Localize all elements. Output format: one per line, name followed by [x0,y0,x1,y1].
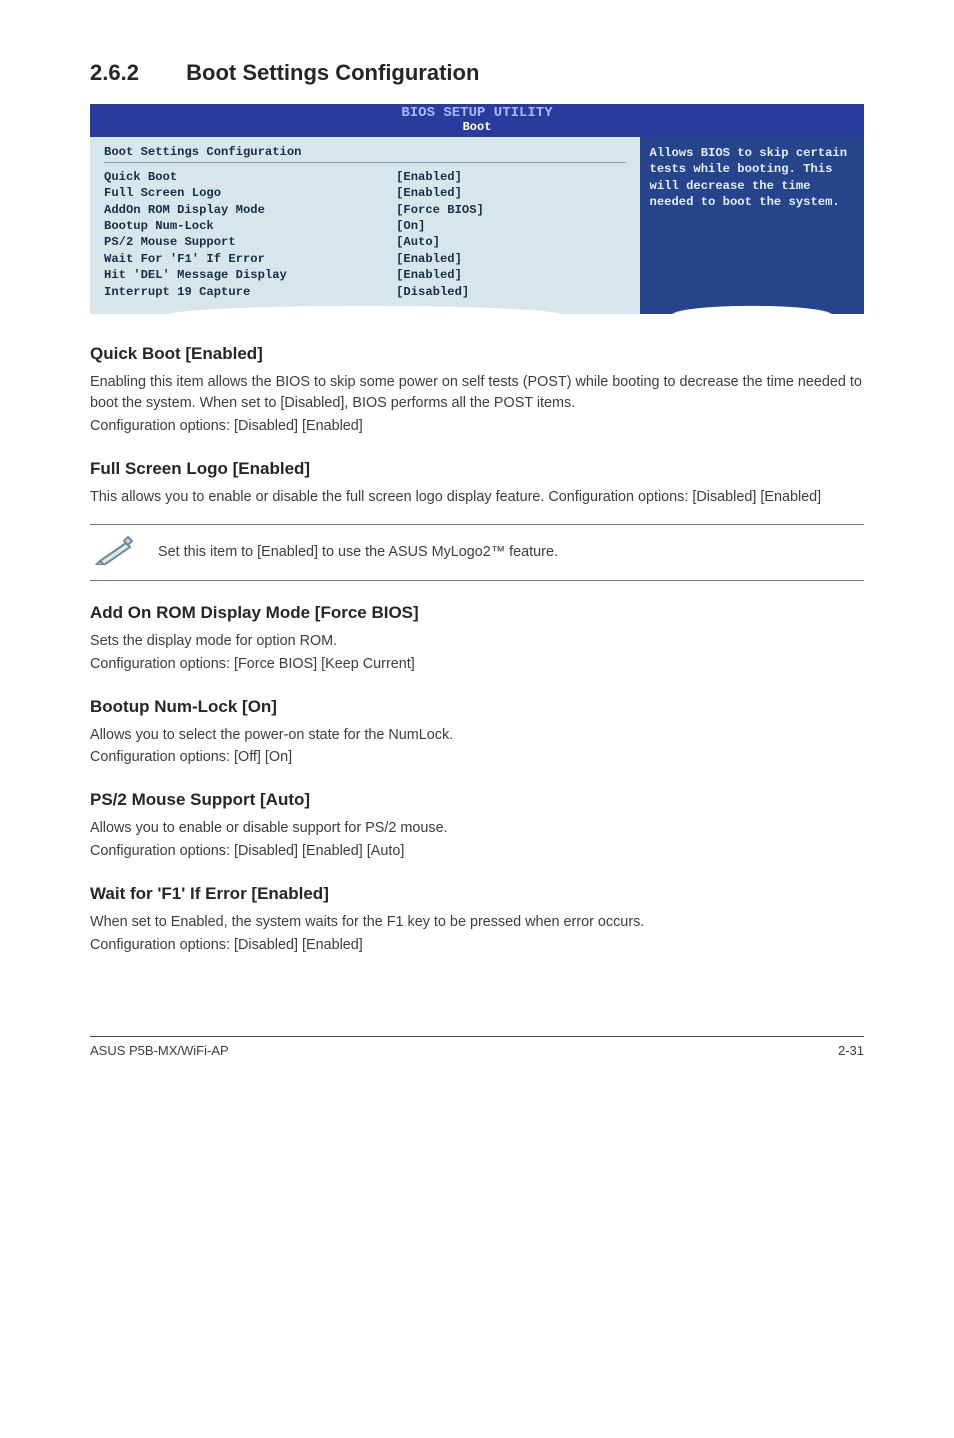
body-paragraph: Configuration options: [Disabled] [Enabl… [90,935,864,956]
bios-setting-label: Hit 'DEL' Message Display [104,267,396,283]
bios-divider [104,162,626,163]
bios-row: Quick Boot[Enabled] [104,169,626,185]
section-number: 2.6.2 [90,60,180,86]
page-footer: ASUS P5B-MX/WiFi-AP 2-31 [90,1036,864,1058]
bios-setting-value: [Disabled] [396,284,469,300]
bios-row: Hit 'DEL' Message Display[Enabled] [104,267,626,283]
bios-header-tab: Boot [90,121,864,134]
bios-row: AddOn ROM Display Mode[Force BIOS] [104,202,626,218]
bios-setting-value: [Enabled] [396,185,462,201]
body-paragraph: Configuration options: [Off] [On] [90,747,864,768]
body-paragraph: Configuration options: [Force BIOS] [Kee… [90,654,864,675]
body-paragraph: Allows you to enable or disable support … [90,818,864,839]
bios-panel-title: Boot Settings Configuration [104,145,626,159]
body-paragraph: Configuration options: [Disabled] [Enabl… [90,416,864,437]
bios-setting-value: [Enabled] [396,267,462,283]
bios-setting-label: Bootup Num-Lock [104,218,396,234]
bios-setting-value: [Enabled] [396,169,462,185]
subsection-heading: Wait for 'F1' If Error [Enabled] [90,884,864,904]
bios-screenshot: BIOS SETUP UTILITY Boot Boot Settings Co… [90,104,864,314]
body-paragraph: Enabling this item allows the BIOS to sk… [90,372,864,414]
footer-left: ASUS P5B-MX/WiFi-AP [90,1043,229,1058]
bios-setting-label: Interrupt 19 Capture [104,284,396,300]
pencil-icon [94,535,136,570]
body-paragraph: Allows you to select the power-on state … [90,725,864,746]
bios-setting-label: Full Screen Logo [104,185,396,201]
subsection-heading: Add On ROM Display Mode [Force BIOS] [90,603,864,623]
bios-row: Full Screen Logo[Enabled] [104,185,626,201]
note-rule-bottom [90,580,864,581]
bios-settings-panel: Boot Settings Configuration Quick Boot[E… [90,137,640,315]
note-text: Set this item to [Enabled] to use the AS… [158,544,558,560]
bios-setting-value: [On] [396,218,425,234]
bios-header: BIOS SETUP UTILITY Boot [90,104,864,136]
bios-row: PS/2 Mouse Support[Auto] [104,234,626,250]
bios-help-panel: Allows BIOS to skip certain tests while … [640,137,864,315]
note-block: Set this item to [Enabled] to use the AS… [90,524,864,581]
subsection-heading: Bootup Num-Lock [On] [90,697,864,717]
bios-header-title: BIOS SETUP UTILITY [401,105,552,121]
bios-setting-value: [Force BIOS] [396,202,484,218]
bios-help-text: Allows BIOS to skip certain tests while … [650,146,847,209]
section-title-text: Boot Settings Configuration [186,60,479,85]
bios-setting-label: AddOn ROM Display Mode [104,202,396,218]
bios-setting-label: Quick Boot [104,169,396,185]
subsection-heading: Full Screen Logo [Enabled] [90,459,864,479]
bios-row: Bootup Num-Lock[On] [104,218,626,234]
body-paragraph: Sets the display mode for option ROM. [90,631,864,652]
bios-setting-value: [Auto] [396,234,440,250]
body-paragraph: Configuration options: [Disabled] [Enabl… [90,841,864,862]
section-heading: 2.6.2 Boot Settings Configuration [90,60,864,86]
bios-setting-label: Wait For 'F1' If Error [104,251,396,267]
bios-body: Boot Settings Configuration Quick Boot[E… [90,136,864,315]
bios-row: Wait For 'F1' If Error[Enabled] [104,251,626,267]
subsection-heading: PS/2 Mouse Support [Auto] [90,790,864,810]
bios-setting-value: [Enabled] [396,251,462,267]
bios-row: Interrupt 19 Capture[Disabled] [104,284,626,300]
body-paragraph: When set to Enabled, the system waits fo… [90,912,864,933]
footer-right: 2-31 [838,1043,864,1058]
note-row: Set this item to [Enabled] to use the AS… [90,525,864,580]
subsection-heading: Quick Boot [Enabled] [90,344,864,364]
body-paragraph: This allows you to enable or disable the… [90,487,864,508]
bios-setting-label: PS/2 Mouse Support [104,234,396,250]
